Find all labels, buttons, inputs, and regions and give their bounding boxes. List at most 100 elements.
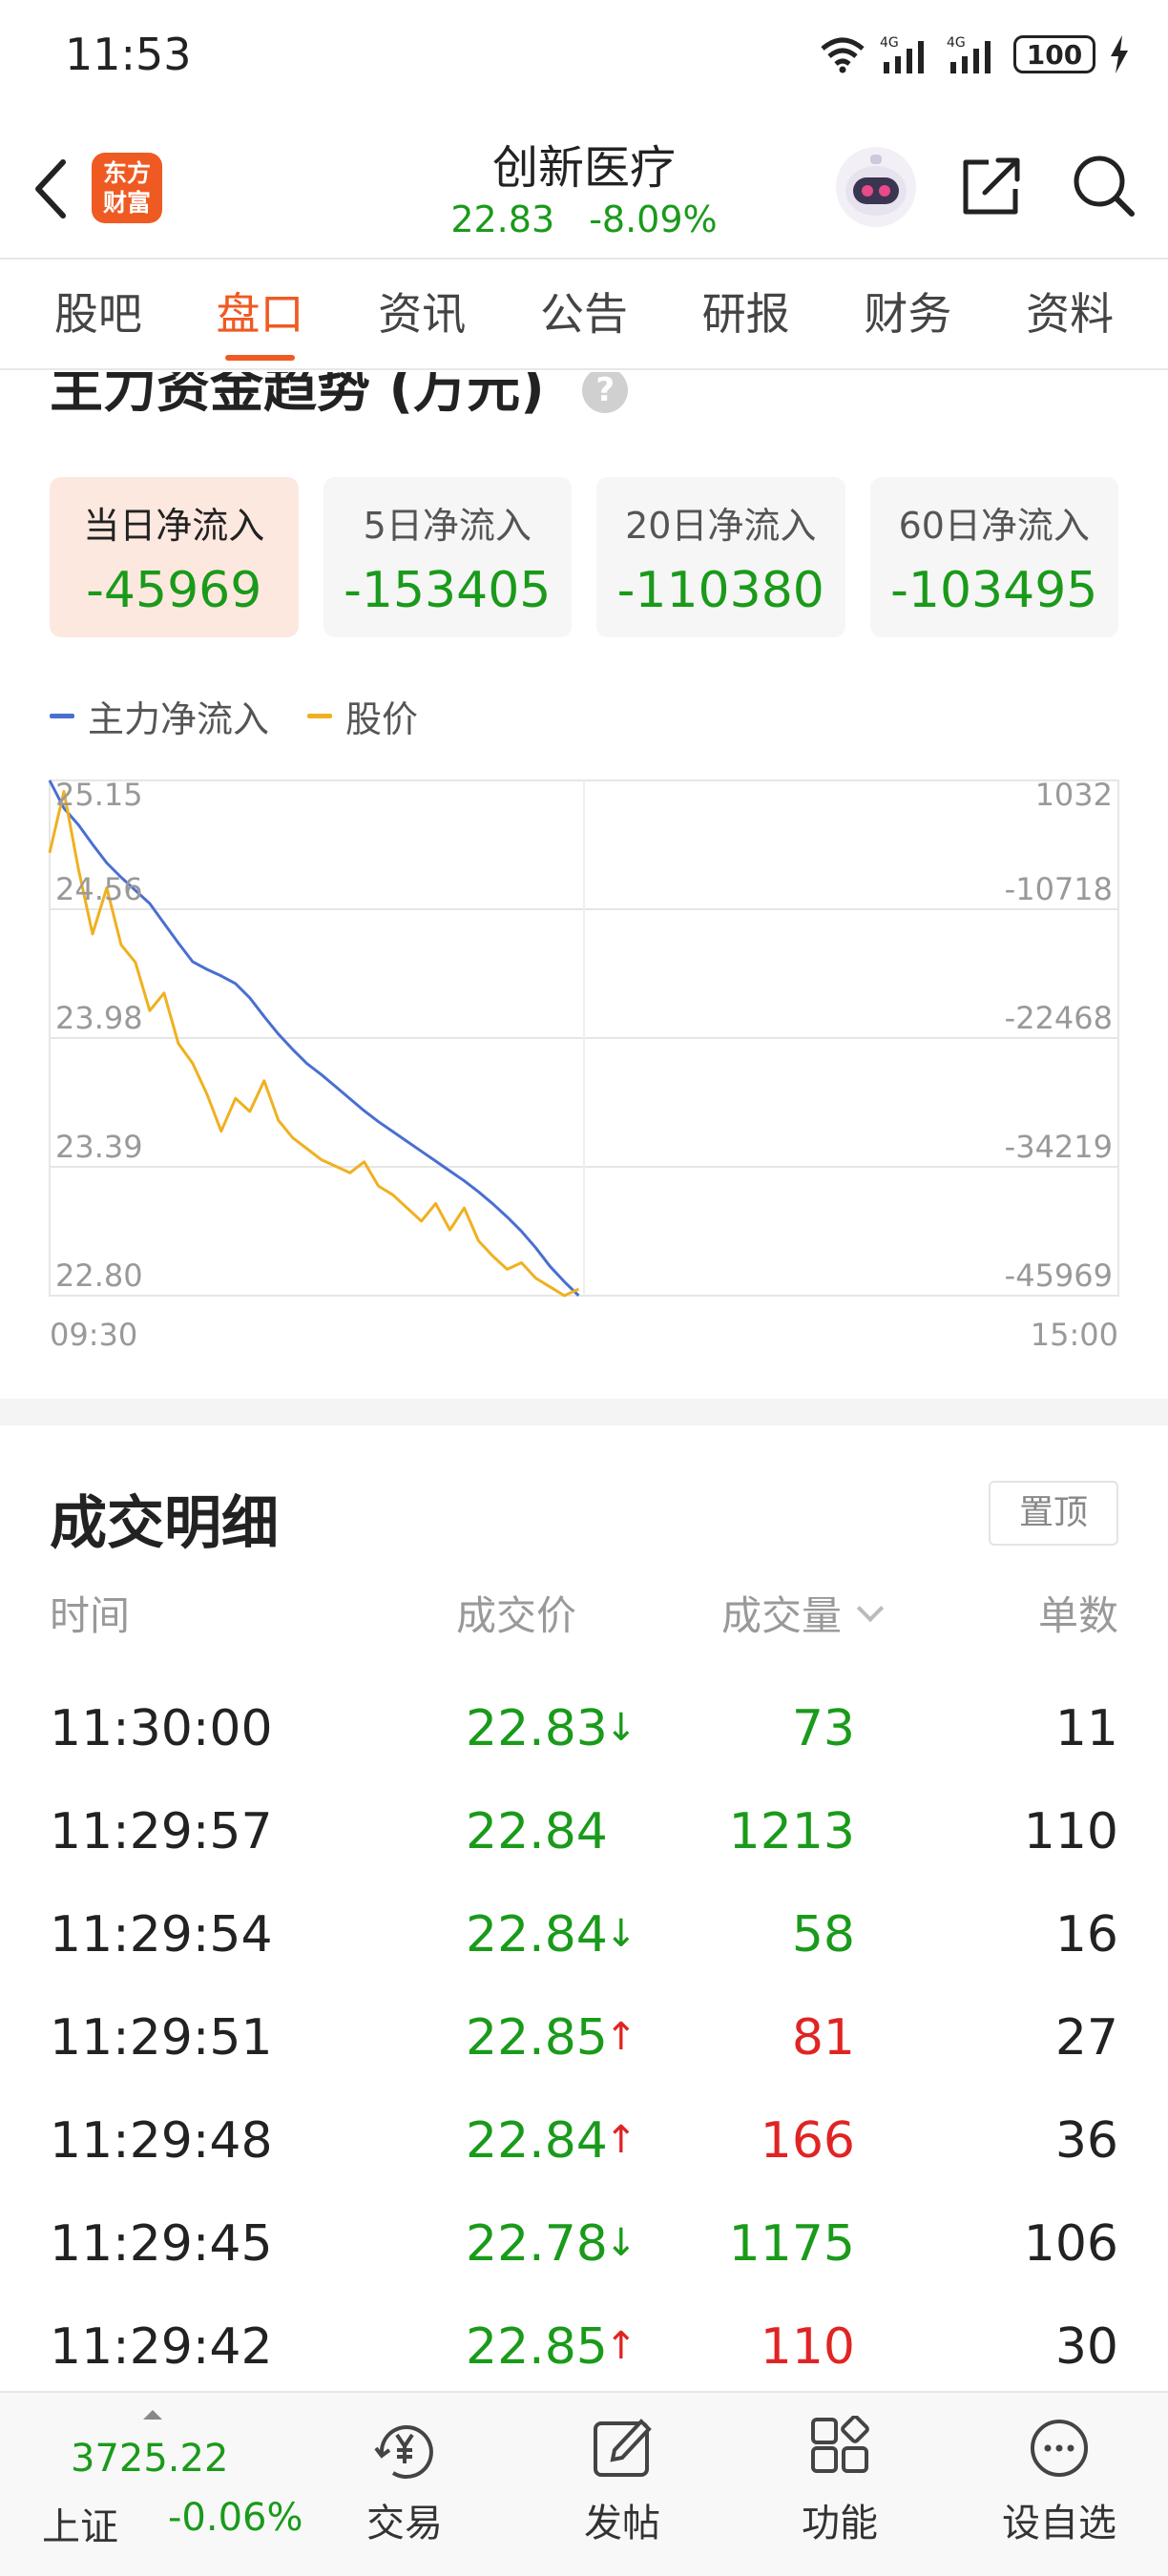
card-value: -103495 — [890, 562, 1098, 619]
card-label: 60日净流入 — [898, 505, 1090, 547]
back-arrow-icon[interactable] — [23, 151, 80, 227]
wifi-icon — [821, 37, 865, 73]
row-volume: 1175 — [728, 2215, 855, 2273]
row-count: 110 — [1023, 1803, 1118, 1860]
index-name: 上证 — [42, 2505, 118, 2549]
tab-finance[interactable]: 财务 — [864, 258, 951, 370]
row-volume: 1213 — [728, 1803, 855, 1860]
y-right-tick: -10718 — [1005, 871, 1113, 907]
card-value: -110380 — [616, 562, 824, 619]
legend-main-flow: 主力净流入 — [50, 690, 269, 742]
row-volume: 73 — [791, 1700, 855, 1757]
row-volume: 58 — [791, 1906, 855, 1963]
tab-announcements[interactable]: 公告 — [540, 258, 628, 370]
table-row: 11:29:54 22.84 ↓ 58 16 — [50, 1906, 1118, 2009]
nav-label: 设自选 — [1002, 2502, 1116, 2545]
card-60day-inflow[interactable]: 60日净流入 -103495 — [869, 477, 1118, 637]
tab-guba[interactable]: 股吧 — [54, 258, 142, 370]
x-tick-end: 15:00 — [1031, 1317, 1118, 1353]
index-value: 3725.22 — [71, 2437, 229, 2481]
card-5day-inflow[interactable]: 5日净流入 -153405 — [323, 477, 572, 637]
card-value: -153405 — [344, 562, 552, 619]
chevron-down-icon — [856, 1594, 885, 1623]
arrow-up-icon: ↑ — [605, 2015, 637, 2059]
grid-icon — [811, 2416, 869, 2473]
row-count: 11 — [1054, 1700, 1118, 1757]
bottom-nav: 3725.22 上证 -0.06% 交易 发帖 功能 设自选 — [0, 2391, 1168, 2576]
arrow-up-icon: ↑ — [605, 2324, 637, 2368]
row-price: 22.84 — [466, 1906, 608, 1963]
row-price: 22.85 — [466, 2318, 608, 2376]
header-volume[interactable]: 成交量 — [721, 1584, 885, 1642]
y-left-tick: 22.80 — [55, 1257, 143, 1294]
nav-label: 发帖 — [584, 2502, 660, 2545]
battery-indicator: 100 — [1013, 35, 1095, 73]
search-icon[interactable] — [1067, 149, 1139, 221]
card-today-inflow[interactable]: 当日净流入 -45969 — [50, 477, 299, 637]
y-right-tick: -22468 — [1005, 1000, 1113, 1036]
nav-label: 功能 — [802, 2502, 878, 2545]
nav-functions[interactable]: 功能 — [763, 2402, 916, 2565]
caret-up-icon — [143, 2410, 162, 2420]
chart-legend: 主力净流入 股价 — [50, 689, 418, 742]
stock-price: 22.83 — [450, 198, 555, 240]
stock-header: 东方 财富 创新医疗 22.83 -8.09% — [0, 114, 1168, 258]
table-row: 11:29:51 22.85 ↑ 81 27 — [50, 2009, 1118, 2112]
tab-profile[interactable]: 资料 — [1026, 258, 1114, 370]
chart-grid — [49, 779, 1119, 1297]
row-time: 11:29:42 — [50, 2318, 273, 2376]
fund-trend-chart[interactable]: 25.15 24.56 23.98 23.39 22.80 1032 -10718 -2246… — [0, 773, 1168, 1364]
signal-icon: 4G — [880, 35, 924, 73]
row-volume: 166 — [760, 2112, 855, 2170]
nav-post[interactable]: 发帖 — [546, 2402, 699, 2565]
y-right-tick: -34219 — [1005, 1129, 1113, 1165]
status-bar: 11:53 4G 4G 100 — [0, 0, 1168, 114]
header-time: 时间 — [50, 1592, 131, 1639]
arrow-down-icon: ↓ — [605, 1706, 637, 1750]
nav-trade[interactable]: 交易 — [328, 2402, 481, 2565]
card-label: 当日净流入 — [83, 505, 265, 547]
yuan-cycle-icon — [374, 2425, 433, 2479]
card-20day-inflow[interactable]: 20日净流入 -110380 — [596, 477, 845, 637]
stock-quote: 22.83 -8.09% — [393, 198, 775, 240]
help-icon[interactable]: ? — [582, 372, 629, 413]
share-icon[interactable] — [956, 149, 1029, 221]
y-left-tick: 23.39 — [55, 1129, 143, 1165]
nav-add-watchlist[interactable]: 设自选 — [983, 2402, 1136, 2565]
row-price: 22.84 — [466, 1803, 608, 1860]
y-left-tick: 23.98 — [55, 1000, 143, 1036]
y-right-tick: 1032 — [1035, 777, 1113, 813]
row-count: 16 — [1054, 1906, 1118, 1963]
row-time: 11:29:45 — [50, 2215, 273, 2273]
index-ticker[interactable]: 3725.22 上证 -0.06% — [29, 2410, 305, 2563]
row-time: 11:29:48 — [50, 2112, 273, 2170]
row-time: 11:29:51 — [50, 2009, 273, 2067]
more-icon — [1031, 2420, 1088, 2477]
tab-news[interactable]: 资讯 — [378, 258, 466, 370]
logo-line-2: 财富 — [102, 189, 151, 217]
arrow-up-icon: ↑ — [605, 2118, 637, 2162]
y-left-tick: 25.15 — [55, 777, 143, 813]
table-row: 11:29:45 22.78 ↓ 1175 106 — [50, 2215, 1118, 2318]
nav-label: 交易 — [366, 2502, 443, 2545]
x-tick-start: 09:30 — [50, 1317, 137, 1353]
legend-swatch-flow — [50, 713, 74, 718]
tab-research[interactable]: 研报 — [702, 258, 790, 370]
row-time: 11:29:54 — [50, 1906, 273, 1963]
header-volume-label: 成交量 — [721, 1592, 843, 1639]
status-time: 11:53 — [65, 29, 192, 80]
card-value: -45969 — [86, 562, 262, 619]
tab-pankou[interactable]: 盘口 — [217, 258, 304, 370]
trade-rows: 11:30:00 22.83 ↓ 73 11 11:29:57 22.84 12… — [50, 1700, 1118, 2421]
row-price: 22.78 — [466, 2215, 608, 2273]
card-label: 20日净流入 — [625, 505, 817, 547]
logo-line-1: 东方 — [102, 159, 151, 187]
fund-trend-title-row: 主力资金趋势 (万元) ? — [50, 372, 629, 423]
arrow-down-icon: ↓ — [605, 1912, 637, 1956]
status-icons: 4G 4G 100 — [819, 31, 1130, 78]
row-price: 22.85 — [466, 2009, 608, 2067]
app-logo[interactable]: 东方 财富 — [92, 153, 162, 223]
ai-assistant-robot-icon[interactable] — [832, 143, 920, 231]
row-volume: 81 — [791, 2009, 855, 2067]
pin-to-top-button[interactable]: 置顶 — [989, 1481, 1118, 1546]
